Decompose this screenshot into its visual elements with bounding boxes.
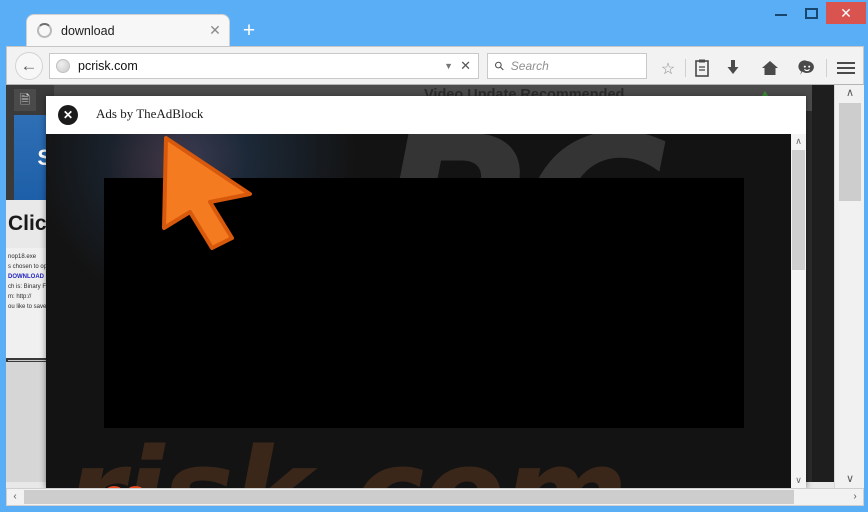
new-tab-button[interactable]: + [238,20,260,42]
ad-vertical-scrollbar[interactable]: ∧ ∨ [791,134,806,488]
scroll-down-icon[interactable]: ∨ [791,473,806,488]
scroll-down-icon[interactable]: ∨ [835,471,864,488]
scroll-left-icon[interactable]: ‹ [7,489,23,505]
scroll-up-icon[interactable]: ∧ [835,85,864,102]
document-icon: 🗎 [14,89,36,111]
search-bar[interactable]: ⚲ Search [487,53,647,79]
page-viewport: 🗎 S Click nop18.exe s chosen to open DOW… [6,85,864,488]
ad-overlay: ✕ Ads by TheAdBlock PC risk.com 22 BINAR… [46,96,806,488]
window-maximize-button[interactable] [796,2,826,24]
orange-arrow-cursor-icon [162,136,252,250]
stop-loading-icon[interactable]: ✕ [460,58,471,74]
scrollbar-thumb[interactable] [24,490,794,504]
scrollbar-thumb[interactable] [792,150,805,270]
toolbar-divider [826,59,827,77]
bookmark-star-icon[interactable]: ☆ [657,59,679,81]
scrollbar-thumb[interactable] [839,103,861,201]
loading-spinner-icon [37,23,52,38]
scroll-up-icon[interactable]: ∧ [791,134,806,149]
window-close-button[interactable]: ✕ [826,2,866,24]
page-vertical-scrollbar[interactable]: ∧ ∨ [834,85,864,488]
minimize-icon [775,14,787,16]
browser-window: download ✕ + ✕ ← pcrisk.com ▼ ✕ ⚲ Search… [0,0,868,512]
watermark-text: risk.com [66,424,628,488]
navigation-toolbar: ← pcrisk.com ▼ ✕ ⚲ Search ☆ [6,46,864,85]
search-input[interactable]: Search [511,59,646,73]
tab-title: download [61,23,115,38]
site-favicon-icon [56,59,70,73]
reader-list-icon[interactable] [691,59,713,81]
downloads-icon[interactable] [722,59,744,81]
search-icon: ⚲ [491,57,508,75]
ad-body: PC risk.com 22 BINARY MACHINE SPOTS LEFT… [46,134,806,488]
scroll-right-icon[interactable]: › [847,489,863,505]
chevron-down-icon[interactable]: ▼ [444,61,453,71]
home-icon[interactable] [759,59,781,81]
spots-count: 22 [103,479,146,488]
tab-close-icon[interactable]: ✕ [207,22,223,39]
window-minimize-button[interactable] [766,2,796,24]
back-button[interactable]: ← [15,52,43,80]
address-bar[interactable]: pcrisk.com ▼ ✕ [49,53,479,79]
page-right-column [812,85,834,488]
horizontal-scrollbar[interactable]: ‹ › [6,488,864,506]
hello-chat-icon[interactable] [796,59,818,81]
browser-tab-download[interactable]: download ✕ [26,14,230,46]
tab-strip: download ✕ + ✕ [0,0,868,46]
ad-attribution-label: Ads by TheAdBlock [96,106,204,121]
ad-header: ✕ Ads by TheAdBlock [46,96,806,134]
menu-icon[interactable] [835,59,857,81]
url-input[interactable]: pcrisk.com [78,59,444,73]
close-icon[interactable]: ✕ [58,105,78,125]
ad-backdrop: PC risk.com 22 BINARY MACHINE SPOTS LEFT… [46,134,791,488]
toolbar-divider [685,59,686,77]
maximize-icon [805,8,818,19]
